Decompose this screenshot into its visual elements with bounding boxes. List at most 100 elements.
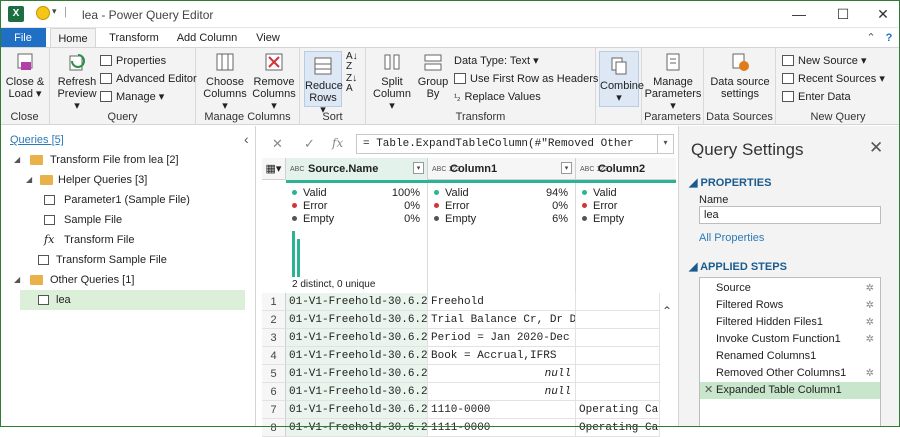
folder-icon	[40, 175, 53, 185]
window-title: lea - Power Query Editor	[82, 8, 214, 22]
reduce-rows-icon	[314, 57, 332, 75]
step-expanded-table-column[interactable]: ✕ Expanded Table Column1	[700, 382, 880, 399]
group-label-query: Query	[107, 111, 138, 123]
tab-add-column[interactable]: Add Column	[172, 28, 242, 48]
remove-columns-button[interactable]: Remove Columns ▾	[250, 51, 298, 112]
query-group-transform-file[interactable]: ◢ Transform File from lea [2]	[0, 150, 256, 170]
group-by-button[interactable]: Group By	[416, 51, 450, 100]
choose-columns-button[interactable]: Choose Columns ▾	[200, 51, 250, 112]
reduce-rows-button[interactable]: Reduce Rows ▾	[304, 51, 343, 116]
delete-step-icon: ✕	[704, 384, 714, 396]
expand-arrow-icon: ◢	[26, 175, 33, 184]
properties-button[interactable]: Properties	[100, 54, 166, 68]
query-name-input[interactable]: lea	[699, 206, 881, 224]
minimize-button[interactable]: —	[784, 4, 814, 24]
data-source-settings-button[interactable]: Data source settings	[708, 51, 772, 100]
tab-transform[interactable]: Transform	[104, 28, 164, 48]
queries-header[interactable]: Queries [5]	[10, 134, 64, 146]
group-label-data-sources: Data Sources	[706, 111, 773, 123]
query-group-helper[interactable]: ◢ Helper Queries [3]	[0, 170, 256, 190]
properties-header[interactable]: ◢ PROPERTIES	[689, 176, 771, 189]
recent-sources-button[interactable]: Recent Sources ▾	[782, 72, 885, 86]
applied-steps-header[interactable]: ◢ APPLIED STEPS	[689, 260, 787, 273]
refresh-icon	[69, 54, 85, 71]
maximize-button[interactable]: ☐	[828, 4, 858, 24]
profile-column1: Valid 94% Error 0% Empty 6%	[428, 183, 576, 293]
new-source-button[interactable]: New Source ▾	[782, 54, 867, 68]
query-item-parameter1[interactable]: Parameter1 (Sample File)	[0, 190, 256, 210]
step-invoke-custom-function[interactable]: Invoke Custom Function1 ✲	[700, 331, 880, 348]
step-removed-other-columns[interactable]: Removed Other Columns1 ✲	[700, 365, 880, 382]
help-icon[interactable]: ?	[882, 28, 896, 48]
column-header-column2[interactable]: ABC 123Column2	[576, 158, 676, 180]
expand-arrow-icon: ◢	[14, 155, 21, 164]
cancel-formula-icon[interactable]: ✕	[272, 136, 283, 152]
distribution-bar	[297, 239, 300, 277]
first-row-headers-icon	[454, 73, 466, 84]
step-renamed-columns[interactable]: Renamed Columns1	[700, 348, 880, 365]
collapse-ribbon-icon[interactable]: ⌃	[864, 28, 878, 48]
formula-input[interactable]: = Table.ExpandTableColumn(#"Removed Othe…	[356, 134, 674, 154]
collapse-queries-icon[interactable]: ‹	[244, 131, 249, 147]
group-label-close: Close	[10, 111, 39, 123]
query-group-other[interactable]: ◢ Other Queries [1]	[0, 270, 256, 290]
tab-file[interactable]: File	[0, 28, 46, 48]
group-data-sources: Data source settings Data Sources	[704, 48, 776, 125]
sort-descending-icon[interactable]: Z↓ A	[346, 74, 357, 94]
close-load-button[interactable]: Close & Load ▾	[4, 51, 46, 100]
group-close: Close & Load ▾ Close	[0, 48, 50, 125]
close-window-button[interactable]: ✕	[868, 4, 898, 24]
valid-row: Valid 94%	[434, 187, 568, 199]
step-filtered-hidden-files[interactable]: Filtered Hidden Files1 ✲	[700, 314, 880, 331]
column-header-column1[interactable]: ABC 123Column1 ▾	[428, 158, 576, 180]
step-filtered-rows[interactable]: Filtered Rows ✲	[700, 297, 880, 314]
tab-view[interactable]: View	[250, 28, 286, 48]
enter-data-button[interactable]: Enter Data	[782, 90, 851, 104]
profile-source-name: Valid 100% Error 0% Empty 0% 2 distinct, 0 …	[286, 183, 428, 293]
step-source[interactable]: Source ✲	[700, 280, 880, 297]
fx-icon[interactable]: fx	[332, 136, 343, 150]
formula-expand-icon: ▾	[657, 135, 673, 153]
tab-home[interactable]: Home	[50, 28, 96, 48]
query-item-sample-file[interactable]: Sample File	[0, 210, 256, 230]
split-column-button[interactable]: Split Column ▾	[370, 51, 414, 112]
sort-ascending-icon[interactable]: A↓ Z	[346, 52, 358, 72]
query-item-transform-sample-file[interactable]: Transform Sample File	[0, 250, 256, 270]
manage-parameters-button[interactable]: Manage Parameters ▾	[644, 51, 702, 112]
empty-row: Empty 6%	[434, 213, 568, 225]
manage-button[interactable]: Manage ▾	[100, 90, 164, 104]
table-icon	[38, 255, 49, 265]
use-first-row-headers-button[interactable]: Use First Row as Headers ▾	[454, 72, 607, 86]
quick-access-dropdown-icon[interactable]: ▾	[52, 6, 57, 17]
query-item-lea[interactable]: lea	[20, 290, 245, 310]
column-filter-icon: ▾	[561, 162, 572, 174]
column-profile: Valid 100% Error 0% Empty 0% 2 distinct, 0 …	[286, 183, 676, 293]
group-label-manage-columns: Manage Columns	[204, 111, 291, 123]
group-label-sort: Sort	[322, 111, 343, 123]
any-type-icon: ABC 123	[580, 165, 609, 173]
smiley-feedback-icon[interactable]	[36, 6, 50, 20]
data-type-dropdown[interactable]: Data Type: Text ▾	[454, 54, 539, 68]
refresh-preview-button[interactable]: Refresh Preview ▾	[54, 51, 100, 112]
query-settings-title: Query Settings	[691, 140, 804, 159]
column-header-source-name[interactable]: ABC Source.Name ▾	[286, 158, 428, 180]
group-query: Refresh Preview ▾ Properties Advanced Ed…	[50, 48, 197, 125]
name-label: Name	[699, 194, 729, 206]
close-settings-icon[interactable]: ✕	[869, 138, 883, 158]
profile-column2: Valid Error Empty	[576, 183, 676, 293]
valid-row: Valid	[582, 187, 617, 199]
error-row: Error	[582, 200, 617, 212]
scroll-up-icon[interactable]: ⌃	[662, 304, 672, 318]
data-source-settings-icon	[732, 53, 749, 71]
table-menu-icon[interactable]: ▦▾	[262, 158, 286, 180]
gear-icon: ✲	[865, 283, 874, 294]
combine-button[interactable]: Combine ▾	[599, 51, 644, 107]
gear-icon: ✲	[865, 368, 874, 379]
query-item-transform-file[interactable]: fx Transform File	[0, 230, 256, 250]
replace-values-button[interactable]: ¹₂ Replace Values	[454, 90, 541, 104]
all-properties-link[interactable]: All Properties	[699, 232, 764, 244]
any-type-icon: ABC 123	[432, 165, 461, 173]
vertical-scrollbar[interactable]: ⌃	[660, 298, 676, 427]
commit-formula-icon[interactable]: ✓	[304, 136, 315, 152]
advanced-editor-button[interactable]: Advanced Editor	[100, 72, 197, 86]
